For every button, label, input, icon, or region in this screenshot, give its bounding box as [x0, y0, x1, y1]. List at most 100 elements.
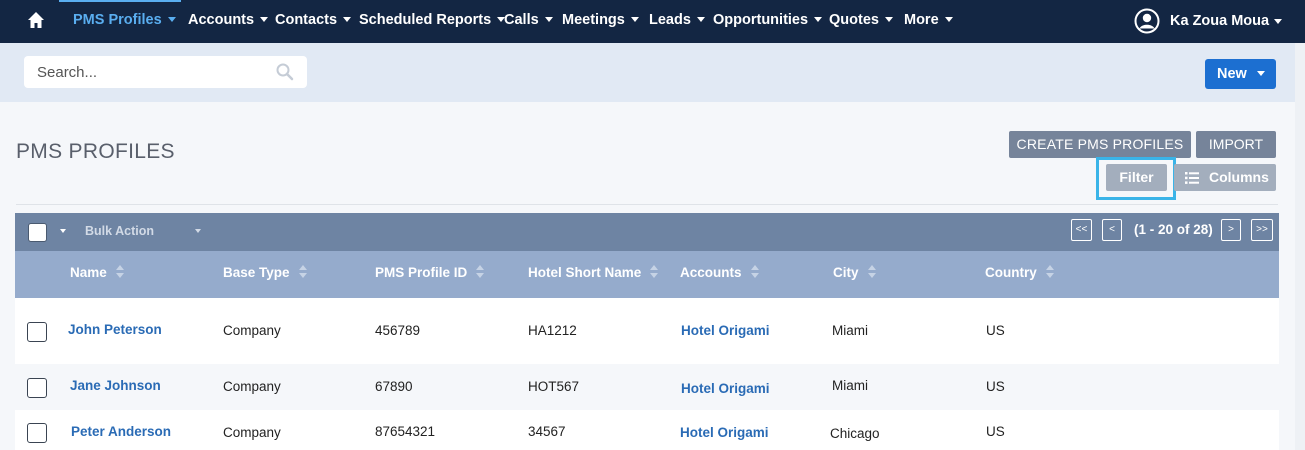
nav-accounts[interactable]: Accounts	[188, 0, 269, 40]
column-header-city[interactable]: City	[833, 265, 876, 280]
column-label: Base Type	[223, 265, 290, 280]
row-city: Miami	[832, 323, 868, 338]
nav-opportunities[interactable]: Opportunities	[713, 0, 823, 40]
row-checkbox[interactable]	[27, 322, 47, 342]
nav-label: Scheduled Reports	[359, 12, 492, 28]
nav-meetings[interactable]: Meetings	[562, 0, 639, 40]
column-label: Hotel Short Name	[528, 265, 642, 280]
chevron-down-icon	[1274, 18, 1283, 24]
column-header-name[interactable]: Name	[70, 265, 124, 280]
table-row: John Peterson Company 456789 HA1212 Hote…	[15, 298, 1279, 364]
row-city: Miami	[832, 378, 868, 393]
last-page-button[interactable]: >>	[1251, 219, 1273, 241]
search-icon[interactable]	[275, 63, 295, 81]
top-navbar: PMS Profiles Accounts Contacts Scheduled…	[0, 0, 1305, 43]
create-pms-profiles-button[interactable]: CREATE PMS PROFILES	[1009, 131, 1191, 158]
nav-contacts[interactable]: Contacts	[275, 0, 352, 40]
row-account-link[interactable]: Hotel Origami	[680, 425, 769, 440]
chevron-down-icon	[944, 16, 953, 22]
column-label: City	[833, 265, 859, 280]
chevron-down-icon	[260, 16, 269, 22]
row-base-type: Company	[223, 379, 281, 394]
column-header-pms-profile-id[interactable]: PMS Profile ID	[375, 265, 485, 280]
divider	[16, 204, 1278, 205]
row-checkbox[interactable]	[27, 423, 47, 443]
nav-quotes[interactable]: Quotes	[829, 0, 893, 40]
column-label: Country	[985, 265, 1037, 280]
sort-icon[interactable]	[867, 265, 876, 279]
search-input[interactable]	[24, 56, 307, 88]
columns-button[interactable]: Columns	[1174, 164, 1276, 191]
row-profile-id: 87654321	[375, 424, 436, 439]
user-avatar-icon	[1134, 8, 1160, 34]
nav-leads[interactable]: Leads	[649, 0, 705, 40]
nav-scheduled-reports[interactable]: Scheduled Reports	[359, 0, 506, 40]
pagination-count: (1 - 20 of 28)	[1134, 222, 1213, 237]
scrollbar-track[interactable]	[1295, 43, 1305, 450]
row-hotel-short-name: HOT567	[528, 379, 580, 394]
row-city: Chicago	[830, 426, 880, 441]
import-button[interactable]: IMPORT	[1196, 131, 1276, 158]
table-toolbar: Bulk Action << < (1 - 20 of 28) > >>	[15, 213, 1279, 251]
column-label: Name	[70, 265, 107, 280]
row-country: US	[986, 424, 1005, 439]
nav-label: Calls	[504, 12, 539, 28]
nav-label: Opportunities	[713, 12, 809, 28]
first-page-button[interactable]: <<	[1071, 219, 1092, 241]
sort-icon[interactable]	[476, 265, 485, 279]
row-account-link[interactable]: Hotel Origami	[681, 323, 770, 338]
sort-icon[interactable]	[1045, 265, 1054, 279]
row-account-link[interactable]: Hotel Origami	[681, 381, 770, 396]
chevron-down-icon	[1257, 71, 1265, 76]
nav-label: Meetings	[562, 12, 625, 28]
column-header-country[interactable]: Country	[985, 265, 1054, 280]
row-base-type: Company	[223, 425, 281, 440]
row-profile-id: 67890	[375, 379, 413, 394]
row-name-link[interactable]: Peter Anderson	[71, 424, 171, 439]
column-header-base-type[interactable]: Base Type	[223, 265, 307, 280]
bulk-action-menu[interactable]: Bulk Action	[85, 224, 154, 238]
row-profile-id: 456789	[375, 323, 421, 338]
nav-label: Leads	[649, 12, 691, 28]
chevron-down-icon	[630, 16, 639, 22]
column-header-accounts[interactable]: Accounts	[680, 265, 759, 280]
new-button[interactable]: New	[1205, 59, 1276, 89]
nav-label: Quotes	[829, 12, 879, 28]
user-name: Ka Zoua Moua	[1170, 8, 1283, 34]
sort-icon[interactable]	[650, 265, 659, 279]
columns-label: Columns	[1209, 169, 1269, 185]
chevron-down-icon	[696, 16, 705, 22]
chevron-down-icon	[343, 16, 352, 22]
chevron-down-icon	[167, 16, 176, 22]
table-row: Peter Anderson Company 87654321 34567 Ho…	[15, 410, 1279, 450]
home-icon[interactable]	[27, 11, 45, 29]
select-all-checkbox[interactable]	[28, 223, 47, 242]
filter-button[interactable]: Filter	[1106, 164, 1167, 191]
table-row: Jane Johnson Company 67890 HOT567 Hotel …	[15, 364, 1279, 410]
column-header-hotel-short-name[interactable]: Hotel Short Name	[528, 265, 659, 280]
row-country: US	[986, 379, 1005, 394]
chevron-down-icon[interactable]	[60, 229, 66, 233]
sort-icon[interactable]	[115, 265, 124, 279]
nav-more[interactable]: More	[904, 0, 953, 40]
prev-page-button[interactable]: <	[1102, 219, 1122, 241]
nav-label: Contacts	[275, 12, 338, 28]
nav-calls[interactable]: Calls	[504, 0, 553, 40]
row-hotel-short-name: HA1212	[528, 323, 577, 338]
new-button-label: New	[1217, 66, 1247, 82]
row-hotel-short-name: 34567	[528, 424, 566, 439]
row-name-link[interactable]: John Peterson	[68, 322, 162, 337]
sort-icon[interactable]	[298, 265, 307, 279]
search-bar-area: New	[0, 43, 1295, 102]
chevron-down-icon	[884, 16, 893, 22]
column-label: PMS Profile ID	[375, 265, 468, 280]
user-name-text: Ka Zoua Moua	[1170, 13, 1270, 29]
next-page-button[interactable]: >	[1221, 219, 1241, 241]
row-name-link[interactable]: Jane Johnson	[70, 378, 161, 393]
nav-pms-profiles[interactable]: PMS Profiles	[73, 0, 176, 40]
row-country: US	[986, 323, 1005, 338]
chevron-down-icon[interactable]	[195, 229, 201, 233]
sort-icon[interactable]	[750, 265, 759, 279]
column-label: Accounts	[680, 265, 742, 280]
row-checkbox[interactable]	[27, 378, 47, 398]
